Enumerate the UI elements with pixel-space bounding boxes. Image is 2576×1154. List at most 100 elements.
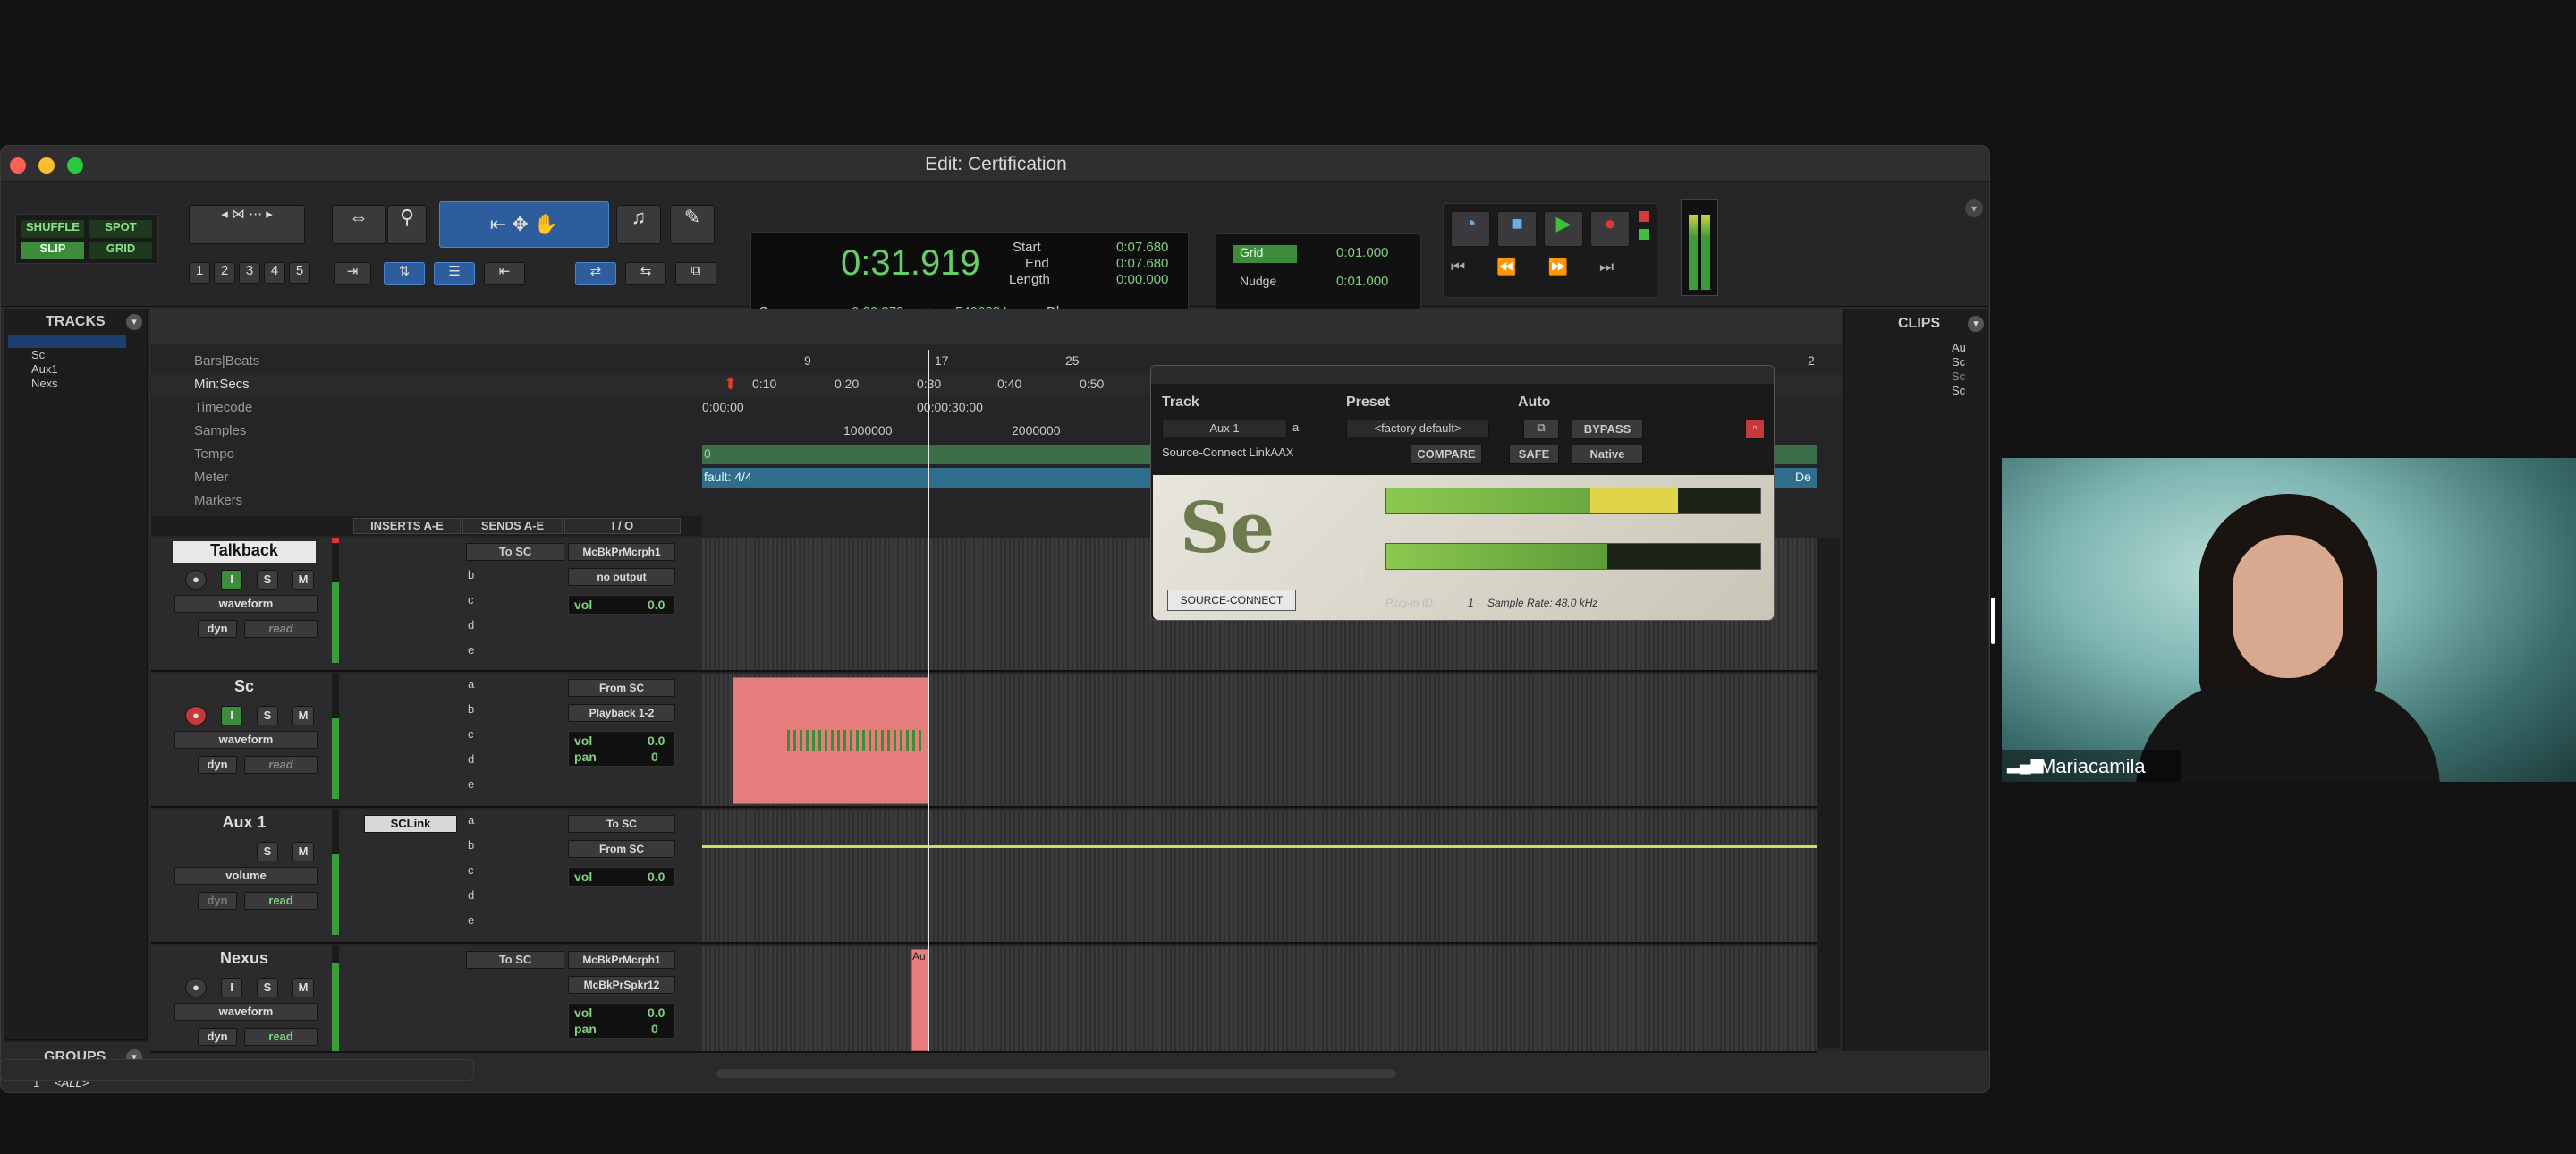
tab-to-transient-icon[interactable]: ⇥ xyxy=(334,262,371,285)
tracks-menu-icon[interactable]: ▾ xyxy=(126,314,142,330)
send-slot[interactable]: c xyxy=(468,722,486,747)
playhead[interactable] xyxy=(928,350,929,1051)
toolbar-menu-icon[interactable]: ▾ xyxy=(1965,199,1983,217)
dyn-button[interactable]: dyn xyxy=(198,620,237,638)
record-enable-button[interactable]: ● xyxy=(185,978,207,997)
track-list-item[interactable]: Nexs xyxy=(31,377,58,390)
input-selector[interactable]: From SC xyxy=(568,679,675,697)
inserts-header[interactable]: INSERTS A-E xyxy=(353,518,461,534)
send-slot[interactable]: b xyxy=(468,563,486,588)
start-value[interactable]: 0:07.680 xyxy=(1116,240,1168,255)
clip-list-item[interactable]: Sc xyxy=(1952,369,1965,383)
play-icon[interactable]: ▶ xyxy=(1544,211,1583,247)
insertion-follows-icon[interactable]: ⇤ xyxy=(484,262,525,285)
output-selector[interactable]: Playback 1-2 xyxy=(568,704,675,722)
track-view-selector[interactable]: waveform xyxy=(174,731,318,749)
output-selector[interactable]: no output xyxy=(568,568,675,586)
end-value[interactable]: 0:07.680 xyxy=(1116,256,1168,271)
smart-tool[interactable]: ⇤ ✥ ✋ xyxy=(439,201,609,248)
input-selector[interactable]: McBkPrMcrph1 xyxy=(568,543,675,561)
input-monitor-button[interactable]: I xyxy=(221,706,242,725)
source-connect-button[interactable]: SOURCE-CONNECT xyxy=(1167,590,1296,611)
keyboard-focus-icon[interactable]: ⇆ xyxy=(625,262,666,285)
mirror-midi-icon[interactable]: ⇄ xyxy=(575,262,616,285)
track-list-item[interactable]: Sc xyxy=(31,348,45,361)
safe-button[interactable]: SAFE xyxy=(1509,445,1559,464)
scrubber-icon[interactable]: ♫ xyxy=(616,205,661,244)
volume-display[interactable]: vol 0.0 xyxy=(568,595,675,615)
dyn-button[interactable]: dyn xyxy=(198,892,237,910)
stop-icon[interactable]: ■ xyxy=(1497,211,1537,247)
send-slot[interactable]: e xyxy=(468,908,486,933)
plugin-slot-selector[interactable]: a xyxy=(1292,420,1319,437)
solo-button[interactable]: S xyxy=(257,842,278,861)
layered-editing-icon[interactable]: ⧉ xyxy=(675,262,716,285)
audio-clip[interactable]: Au xyxy=(911,949,929,1051)
zoom-preset-4[interactable]: 4 xyxy=(264,262,285,284)
secondary-window-bar[interactable] xyxy=(0,1059,474,1081)
horizontal-scrollbar[interactable] xyxy=(716,1069,1396,1078)
slip-mode-button[interactable]: SLIP xyxy=(21,242,84,259)
automation-mode[interactable]: read xyxy=(244,756,318,774)
plugin-title-bar[interactable] xyxy=(1151,366,1774,384)
sends-header[interactable]: SENDS A-E xyxy=(462,518,563,534)
zoomer-icon[interactable]: ⇔ xyxy=(332,205,386,244)
track-view-selector[interactable]: volume xyxy=(174,867,318,885)
nudge-label[interactable]: Nudge xyxy=(1233,274,1276,288)
input-monitor-button[interactable]: I xyxy=(221,570,242,590)
volume-pan-display[interactable]: vol 0.0 pan 0 xyxy=(568,731,675,767)
transport-nav-icons[interactable]: ⏮ ⏪ ⏩ ⏭ xyxy=(1451,258,1630,288)
spot-mode-button[interactable]: SPOT xyxy=(89,220,152,238)
track-lane-sc[interactable] xyxy=(702,674,1817,808)
length-value[interactable]: 0:00.000 xyxy=(1116,272,1168,287)
zoom-preset-2[interactable]: 2 xyxy=(214,262,235,284)
zoom-preset-5[interactable]: 5 xyxy=(289,262,310,284)
online-icon[interactable]: ◔ xyxy=(1451,211,1490,247)
zoom-buttons[interactable]: ◂ ⋈ ⋯ ▸ xyxy=(189,205,305,244)
output-selector[interactable]: From SC xyxy=(568,840,675,858)
track-name[interactable]: Sc xyxy=(173,677,316,699)
send-slot[interactable]: e xyxy=(468,772,486,797)
shuffle-mode-button[interactable]: SHUFFLE xyxy=(21,220,84,238)
track-view-selector[interactable]: waveform xyxy=(174,595,318,613)
plugin-close-icon[interactable]: ▫ xyxy=(1745,420,1765,439)
plugin-name-selector[interactable]: Source-Connect LinkAAX xyxy=(1162,445,1323,462)
plugin-track-selector[interactable]: Aux 1 xyxy=(1162,420,1287,437)
volume-automation-line[interactable] xyxy=(702,845,1817,848)
solo-button[interactable]: S xyxy=(257,978,278,997)
send-slot[interactable]: d xyxy=(468,883,486,908)
native-button[interactable]: Native xyxy=(1572,445,1643,464)
track-name[interactable]: Aux 1 xyxy=(173,813,316,835)
volume-pan-display[interactable]: vol 0.0 pan 0 xyxy=(568,1003,675,1039)
solo-button[interactable]: S xyxy=(257,706,278,725)
vertical-scrollbar[interactable] xyxy=(1817,538,1840,1048)
compare-button[interactable]: COMPARE xyxy=(1411,445,1482,464)
zoom-tool-icon[interactable]: ⚲ xyxy=(387,205,427,244)
video-resize-handle[interactable] xyxy=(1991,598,1995,644)
clips-menu-icon[interactable]: ▾ xyxy=(1968,316,1984,332)
send-slot[interactable]: b xyxy=(468,697,486,722)
track-list-selected-row[interactable] xyxy=(8,335,126,348)
dyn-button[interactable]: dyn xyxy=(198,1028,237,1046)
zoom-preset-1[interactable]: 1 xyxy=(189,262,210,284)
track-lane-aux1[interactable] xyxy=(702,810,1817,944)
mute-button[interactable]: M xyxy=(292,570,314,590)
audio-clip[interactable] xyxy=(733,677,929,804)
preset-selector[interactable]: <factory default> xyxy=(1346,420,1489,437)
grid-label[interactable]: Grid xyxy=(1233,245,1297,263)
compare-toggle-icon[interactable]: ⧉ xyxy=(1523,420,1559,439)
universe-strip[interactable] xyxy=(151,309,1842,344)
main-counter-value[interactable]: 0:31.919 xyxy=(841,243,980,284)
clip-list-item[interactable]: Sc xyxy=(1952,355,1965,369)
pencil-icon[interactable]: ✎ xyxy=(670,205,715,244)
track-name[interactable]: Nexus xyxy=(173,949,316,971)
send-slot[interactable]: a xyxy=(468,808,486,833)
bypass-button[interactable]: BYPASS xyxy=(1572,420,1643,439)
volume-display[interactable]: vol 0.0 xyxy=(568,867,675,887)
link-timeline-icon[interactable]: ⇅ xyxy=(384,262,425,285)
link-track-icon[interactable]: ☰ xyxy=(434,262,475,285)
automation-mode[interactable]: read xyxy=(244,1028,318,1046)
track-view-selector[interactable]: waveform xyxy=(174,1003,318,1021)
mute-button[interactable]: M xyxy=(292,842,314,861)
zoom-preset-3[interactable]: 3 xyxy=(239,262,260,284)
